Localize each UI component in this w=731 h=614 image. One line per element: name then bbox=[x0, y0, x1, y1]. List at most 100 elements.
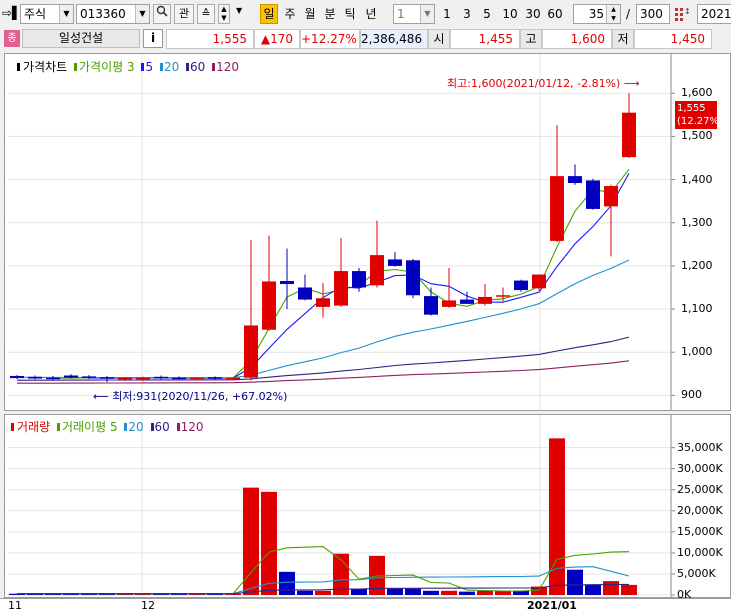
volume-tick-label: 5,000K bbox=[677, 566, 716, 580]
price-candle[interactable] bbox=[568, 164, 582, 185]
interval-select[interactable]: 1 ▼ bbox=[393, 4, 435, 24]
price-candle[interactable] bbox=[10, 375, 24, 379]
legend-ma5[interactable]: 5 bbox=[145, 60, 153, 74]
legend-price-ma[interactable]: 가격이평 bbox=[79, 60, 123, 74]
volume-bar[interactable] bbox=[477, 590, 493, 595]
price-candle[interactable] bbox=[550, 125, 564, 243]
price-candle[interactable] bbox=[172, 376, 186, 380]
volume-bar[interactable] bbox=[585, 584, 601, 595]
info-button[interactable]: i bbox=[143, 29, 163, 48]
legend-ma3[interactable]: 3 bbox=[127, 60, 135, 74]
interval-3-button[interactable]: 3 bbox=[460, 4, 474, 24]
price-candle[interactable] bbox=[316, 283, 330, 318]
count-stepper-icon[interactable]: ▲ ▼ bbox=[606, 5, 620, 23]
volume-bar[interactable] bbox=[423, 590, 439, 595]
volume-bar[interactable] bbox=[261, 491, 277, 595]
legend-price-chart[interactable]: 가격차트 bbox=[23, 60, 67, 74]
price-candle[interactable] bbox=[370, 220, 384, 288]
volume-bar[interactable] bbox=[621, 584, 637, 595]
code-input[interactable]: 013360 ▼ bbox=[76, 4, 150, 24]
x-label-jan-text: 2021/01 bbox=[527, 599, 577, 612]
legend-vma120[interactable]: 120 bbox=[181, 420, 204, 434]
count-separator: / bbox=[623, 4, 633, 24]
price-candle[interactable] bbox=[514, 279, 528, 292]
low-price: 1,450 bbox=[634, 29, 712, 49]
price-candle[interactable] bbox=[532, 274, 546, 291]
price-candle[interactable] bbox=[100, 375, 114, 382]
legend-ma60[interactable]: 60 bbox=[190, 60, 205, 74]
legend-ma20[interactable]: 20 bbox=[164, 60, 179, 74]
price-candle[interactable] bbox=[406, 258, 420, 299]
total-count-input[interactable]: 300 bbox=[636, 4, 670, 24]
tab-tick[interactable]: 틱 bbox=[341, 4, 359, 24]
price-chart[interactable] bbox=[5, 54, 730, 410]
price-candle[interactable] bbox=[478, 284, 492, 306]
volume-bar[interactable] bbox=[459, 591, 475, 595]
price-candle[interactable] bbox=[586, 178, 600, 210]
volume-bar[interactable] bbox=[315, 590, 331, 595]
stock-name[interactable]: 일성건설 bbox=[22, 29, 140, 48]
price-chart-panel[interactable]: 가격차트 가격이평 3 5 20 60 120 최고:1,600(2021/01… bbox=[4, 53, 731, 411]
volume-bar[interactable] bbox=[405, 588, 421, 595]
legend-volume-ma[interactable]: 거래이평 bbox=[62, 420, 106, 434]
low-label: 저 bbox=[612, 29, 634, 49]
price-candle[interactable] bbox=[604, 184, 618, 257]
price-candle[interactable] bbox=[334, 237, 348, 307]
price-candle[interactable] bbox=[262, 235, 276, 331]
legend-vma20[interactable]: 20 bbox=[128, 420, 143, 434]
interval-1-label: 1 bbox=[443, 7, 451, 21]
tab-day[interactable]: 일 bbox=[260, 4, 278, 24]
tab-week-label: 주 bbox=[284, 7, 296, 21]
legend-ma120[interactable]: 120 bbox=[216, 60, 239, 74]
price-candle[interactable] bbox=[46, 375, 60, 380]
legend-volume[interactable]: 거래량 bbox=[17, 420, 50, 434]
tab-month[interactable]: 월 bbox=[301, 4, 319, 24]
price-change-value: ▲170 bbox=[260, 32, 293, 46]
last-price-tag: 1,555 (12.27%) bbox=[675, 101, 723, 129]
volume-chart-panel[interactable]: 거래량 거래이평 5 20 60 120 35,000K 30,000K 25,00… bbox=[4, 414, 731, 601]
tab-week[interactable]: 주 bbox=[281, 4, 299, 24]
price-candle[interactable] bbox=[388, 252, 402, 267]
legend-vma5[interactable]: 5 bbox=[110, 420, 118, 434]
interval-1-button[interactable]: 1 bbox=[440, 4, 454, 24]
panel-toggle-icon[interactable]: ⇨▌ bbox=[2, 5, 21, 21]
volume-chart[interactable] bbox=[5, 415, 730, 597]
x-label-nov-text: 11 bbox=[8, 599, 22, 612]
grid-settings-icon[interactable]: ↕ bbox=[673, 5, 691, 23]
price-candle[interactable] bbox=[424, 287, 438, 316]
price-candle[interactable] bbox=[244, 240, 258, 381]
price-candle[interactable] bbox=[28, 375, 42, 380]
volume-bar[interactable] bbox=[297, 590, 313, 595]
market-select[interactable]: 주식 ▼ bbox=[20, 4, 74, 24]
chevron-down-icon[interactable]: ▼ bbox=[59, 5, 73, 23]
price-candle[interactable] bbox=[298, 274, 312, 301]
updown-stepper-icon[interactable]: ▲ ▼ bbox=[218, 4, 230, 24]
price-candle[interactable] bbox=[154, 375, 168, 380]
interval-5-button[interactable]: 5 bbox=[480, 4, 494, 24]
stack-icon[interactable]: ≙ bbox=[197, 4, 215, 24]
stock-name-label: 일성건설 bbox=[58, 31, 104, 45]
interval-10-button[interactable]: 10 bbox=[500, 4, 520, 24]
tab-year[interactable]: 년 bbox=[362, 4, 380, 24]
price-candle[interactable] bbox=[280, 248, 294, 310]
volume-bar[interactable] bbox=[279, 571, 295, 595]
search-icon[interactable] bbox=[153, 4, 171, 24]
date-input[interactable]: 2021/ bbox=[697, 4, 731, 24]
watchlist-button[interactable]: 관 bbox=[174, 4, 194, 24]
tab-minute[interactable]: 분 bbox=[321, 4, 339, 24]
volume-bar[interactable] bbox=[387, 588, 403, 595]
chevron-down-icon[interactable]: ▼ bbox=[420, 5, 434, 23]
legend-vma60[interactable]: 60 bbox=[155, 420, 170, 434]
chevron-down-icon[interactable]: ▼ bbox=[135, 5, 149, 23]
interval-30-button[interactable]: 30 bbox=[523, 4, 543, 24]
count-input[interactable]: 35 ▲ ▼ bbox=[573, 4, 621, 24]
chevron-down-icon[interactable]: ▼ bbox=[236, 6, 242, 15]
volume-bar[interactable] bbox=[567, 569, 583, 595]
interval-60-button[interactable]: 60 bbox=[545, 4, 565, 24]
volume-bar[interactable] bbox=[603, 581, 619, 595]
legend-bar-icon bbox=[159, 63, 163, 71]
price-candle[interactable] bbox=[442, 268, 456, 308]
price-candle[interactable] bbox=[622, 93, 636, 158]
volume-bar[interactable] bbox=[549, 438, 565, 595]
volume-bar[interactable] bbox=[441, 590, 457, 595]
